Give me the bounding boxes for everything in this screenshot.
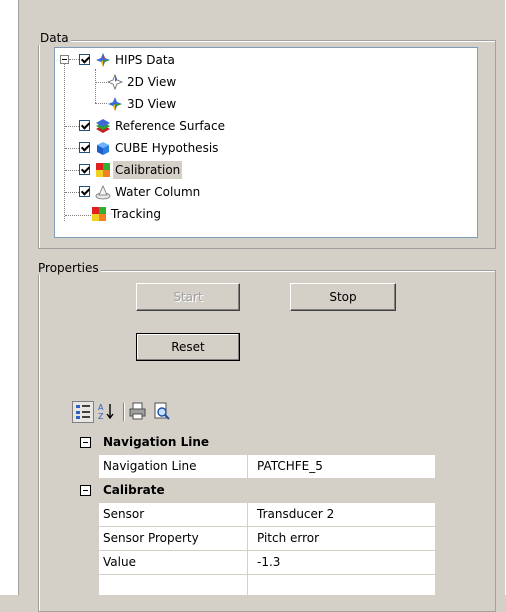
property-value[interactable]: Transducer 2: [253, 503, 334, 526]
tree-connector: [95, 103, 107, 104]
column-divider: [247, 551, 248, 574]
property-name: Sensor: [103, 507, 145, 521]
alphabetical-view-button[interactable]: A Z: [96, 401, 118, 423]
stop-button[interactable]: Stop: [290, 283, 396, 311]
property-row-partial: [71, 575, 435, 595]
calibration-icon: [95, 162, 111, 178]
hips-data-checkbox[interactable]: [79, 54, 90, 65]
tree-connector: [95, 82, 107, 83]
property-grid[interactable]: Navigation Line Navigation Line PATCHFE_…: [70, 431, 435, 595]
column-divider: [247, 455, 248, 478]
property-value[interactable]: Pitch error: [253, 527, 319, 550]
row-gutter: [71, 503, 99, 526]
category-label: Calibrate: [103, 483, 165, 497]
property-name: Navigation Line: [103, 459, 197, 473]
start-button[interactable]: Start: [136, 283, 240, 311]
tree-item-label: Water Column: [115, 185, 201, 199]
row-gutter: [71, 575, 99, 595]
sort-az-icon: A Z: [98, 403, 114, 421]
category-label: Navigation Line: [103, 435, 210, 449]
water-column-icon: [95, 184, 111, 200]
tree-connector: [65, 215, 91, 216]
row-gutter: [71, 551, 99, 574]
tree-connector: [65, 126, 79, 127]
property-value[interactable]: PATCHFE_5: [253, 455, 323, 478]
property-row[interactable]: Navigation Line PATCHFE_5: [71, 455, 435, 479]
printer-icon: [129, 402, 146, 420]
print-preview-button[interactable]: [152, 401, 174, 423]
tree-item-label: 3D View: [127, 97, 177, 111]
tracking-icon: [91, 206, 107, 222]
hips-data-icon: [95, 52, 111, 68]
row-gutter: [71, 527, 99, 550]
column-divider: [247, 527, 248, 550]
category-calibrate[interactable]: Calibrate: [71, 479, 435, 503]
categorized-view-button[interactable]: [72, 401, 94, 423]
tree-item-label: 2D View: [127, 75, 177, 89]
tree-connector: [65, 148, 79, 149]
data-group-legend: Data: [38, 31, 71, 45]
reset-button[interactable]: Reset: [136, 333, 240, 361]
left-margin: [0, 0, 18, 595]
tree-item-label: Reference Surface: [115, 119, 225, 133]
categorized-icon: [76, 405, 90, 419]
category-navigation-line[interactable]: Navigation Line: [71, 431, 435, 455]
tree-connector: [64, 62, 65, 221]
water-column-checkbox[interactable]: [79, 186, 90, 197]
view-3d-icon: [107, 96, 123, 112]
tree-item-label: Calibration: [113, 161, 183, 179]
view-2d-icon: [106, 73, 124, 91]
svg-text:Z: Z: [98, 412, 104, 421]
property-row[interactable]: Sensor Property Pitch error: [71, 527, 435, 551]
reference-surface-icon: [95, 118, 111, 134]
calibration-checkbox[interactable]: [79, 164, 90, 175]
tree-connector: [65, 170, 79, 171]
cube-hypothesis-checkbox[interactable]: [79, 142, 90, 153]
collapse-category-toggle[interactable]: [80, 437, 91, 448]
toolbar-separator: [123, 403, 124, 421]
collapse-toggle[interactable]: [60, 55, 69, 64]
reference-surface-checkbox[interactable]: [79, 120, 90, 131]
print-preview-icon: [154, 402, 170, 420]
tree-item-label: HIPS Data: [115, 53, 175, 67]
print-button[interactable]: [128, 401, 150, 423]
property-name: Sensor Property: [103, 531, 199, 545]
property-value[interactable]: -1.3: [253, 551, 280, 574]
properties-group-legend: Properties: [36, 261, 101, 275]
column-divider: [247, 575, 248, 595]
svg-text:A: A: [98, 403, 104, 412]
tree-connector: [65, 192, 79, 193]
property-name: Value: [103, 555, 136, 569]
property-row[interactable]: Value -1.3: [71, 551, 435, 575]
tree-item-label: Tracking: [111, 207, 161, 221]
data-tree[interactable]: HIPS Data 2D View 3D View Reference Surf…: [54, 47, 478, 238]
tree-connector: [69, 59, 79, 60]
tree-item-label: CUBE Hypothesis: [115, 141, 219, 155]
collapse-category-toggle[interactable]: [80, 485, 91, 496]
property-row[interactable]: Sensor Transducer 2: [71, 503, 435, 527]
row-gutter: [71, 455, 99, 478]
column-divider: [247, 503, 248, 526]
tree-connector: [95, 69, 96, 103]
cube-icon: [95, 140, 111, 156]
